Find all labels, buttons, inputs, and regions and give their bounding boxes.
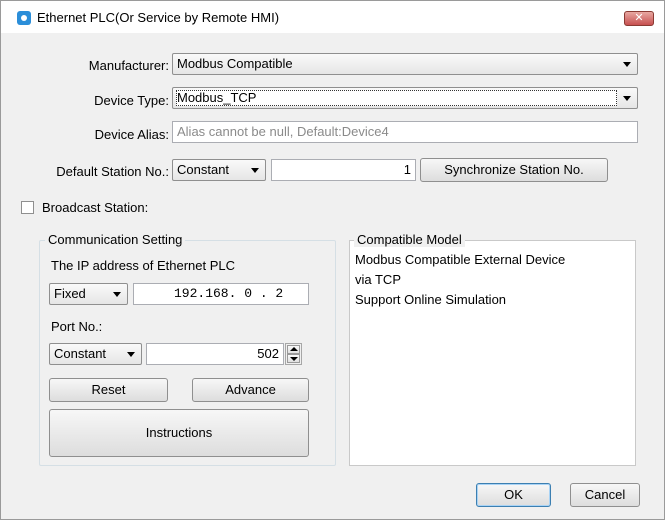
spin-down-icon[interactable] <box>287 354 300 363</box>
close-button[interactable]: ✕ <box>624 11 654 26</box>
compatible-model-line: Modbus Compatible External Device <box>355 252 566 267</box>
compatible-model-legend: Compatible Model <box>354 232 465 247</box>
window-title: Ethernet PLC(Or Service by Remote HMI) <box>37 10 280 25</box>
port-mode-select[interactable]: Constant <box>49 343 142 365</box>
device-alias-label: Device Alias: <box>94 127 169 142</box>
ok-button[interactable]: OK <box>476 483 551 507</box>
station-number-field[interactable]: 1 <box>271 159 416 181</box>
compatible-model-line: Support Online Simulation <box>355 292 507 307</box>
device-alias-placeholder: Alias cannot be null, Default:Device4 <box>177 124 389 139</box>
ip-mode-select[interactable]: Fixed <box>49 283 128 305</box>
synchronize-station-button[interactable]: Synchronize Station No. <box>420 158 608 182</box>
title-bar: Ethernet PLC(Or Service by Remote HMI) ✕ <box>1 1 664 33</box>
ip-address-label: The IP address of Ethernet PLC <box>51 258 236 273</box>
device-alias-field[interactable]: Alias cannot be null, Default:Device4 <box>172 121 638 143</box>
device-type-value: Modbus_TCP <box>177 90 257 105</box>
chevron-down-icon <box>113 292 121 297</box>
chevron-down-icon <box>623 62 631 67</box>
compatible-model-box: Modbus Compatible External Device via TC… <box>349 240 636 466</box>
manufacturer-select[interactable]: Modbus Compatible <box>172 53 638 75</box>
dialog-window: Ethernet PLC(Or Service by Remote HMI) ✕… <box>0 0 665 520</box>
port-spinner[interactable] <box>285 343 302 365</box>
advance-button[interactable]: Advance <box>192 378 309 402</box>
spin-up-icon[interactable] <box>287 345 300 354</box>
port-label: Port No.: <box>51 319 103 334</box>
device-type-select[interactable]: Modbus_TCP <box>172 87 638 109</box>
device-type-label: Device Type: <box>94 93 169 108</box>
app-icon <box>17 11 31 25</box>
port-mode-value: Constant <box>54 346 107 361</box>
cancel-button[interactable]: Cancel <box>570 483 640 507</box>
chevron-down-icon <box>127 352 135 357</box>
station-mode-value: Constant <box>177 162 230 177</box>
broadcast-label: Broadcast Station: <box>42 200 149 215</box>
compatible-model-line: via TCP <box>355 272 401 287</box>
communication-setting-legend: Communication Setting <box>45 232 186 247</box>
instructions-button[interactable]: Instructions <box>49 409 309 457</box>
ip-mode-value: Fixed <box>54 286 86 301</box>
port-field[interactable]: 502 <box>146 343 284 365</box>
station-label: Default Station No.: <box>56 164 169 179</box>
chevron-down-icon <box>251 168 259 173</box>
manufacturer-label: Manufacturer: <box>88 58 169 73</box>
station-mode-select[interactable]: Constant <box>172 159 266 181</box>
ip-address-field[interactable]: 192.168. 0 . 2 <box>133 283 309 305</box>
broadcast-checkbox[interactable] <box>21 201 34 214</box>
reset-button[interactable]: Reset <box>49 378 168 402</box>
manufacturer-value: Modbus Compatible <box>177 56 293 71</box>
chevron-down-icon <box>623 96 631 101</box>
